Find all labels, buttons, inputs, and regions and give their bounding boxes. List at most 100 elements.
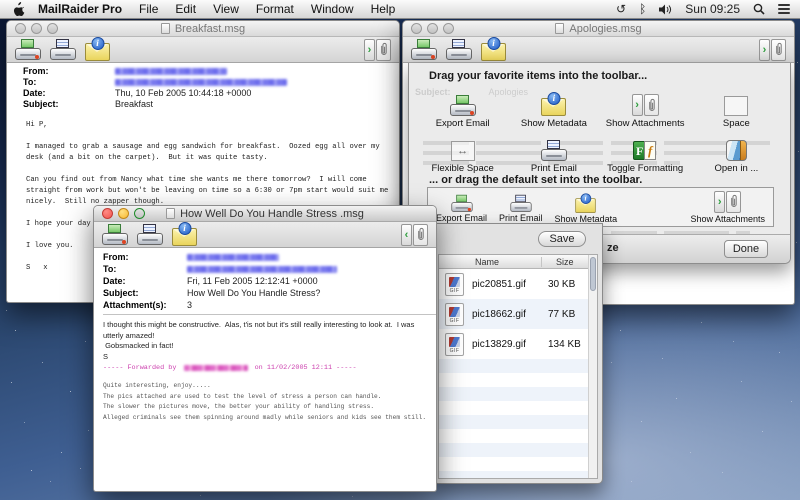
attachment-row[interactable]: pic13829.gif 134 KB [439,329,597,359]
sheet-item-print-email[interactable]: Print Email [508,132,599,174]
hide-attachments-toggle[interactable] [401,224,428,246]
show-metadata-button[interactable] [172,228,197,246]
app-menu-title[interactable]: MailRaider Pro [38,2,122,16]
from-label: From: [103,251,187,263]
sheet-drag-title: Drag your favorite items into the toolba… [429,70,647,82]
toggle-formatting-icon [632,140,658,161]
stress-body: I thought this might be constructive. Al… [94,315,436,423]
export-email-button[interactable] [411,39,437,60]
date-value: Fri, 11 Feb 2005 12:12:41 +0000 [187,275,318,287]
menu-bar-clock[interactable]: Sun 09:25 [685,2,740,16]
scrollbar-thumb[interactable] [590,257,596,291]
notification-list-icon[interactable] [778,2,790,16]
export-email-icon [451,195,472,212]
minimize-button[interactable] [118,208,129,219]
show-metadata-icon [576,198,597,213]
to-value-redacted [115,79,287,86]
print-email-button[interactable] [446,39,472,60]
stress-intro-text: I thought this might be constructive. Al… [103,320,428,362]
menu-view[interactable]: View [213,2,239,16]
drawer-scrollbar[interactable] [588,255,597,478]
paperclip-icon [416,227,425,242]
save-button[interactable]: Save [538,231,586,247]
time-machine-icon[interactable]: ↺ [616,3,626,15]
stress-titlebar[interactable]: How Well Do You Handle Stress .msg [94,206,436,222]
attachment-row[interactable]: pic20851.gif 30 KB [439,269,597,299]
menu-help[interactable]: Help [371,2,396,16]
apple-icon [13,2,25,16]
attachments-table-header[interactable]: Name Size [439,255,597,269]
menu-file[interactable]: File [139,2,158,16]
default-export-email[interactable]: Export Email [436,191,487,223]
default-show-metadata[interactable]: Show Metadata [555,191,618,224]
apple-menu[interactable] [12,2,26,16]
subject-label: Subject: [23,99,115,110]
close-button[interactable] [102,208,113,219]
export-email-icon [450,95,476,116]
desktop: MailRaider Pro File Edit View Format Win… [0,0,800,500]
export-email-button[interactable] [102,224,128,245]
sheet-item-show-metadata[interactable]: Show Metadata [508,87,599,129]
show-attachments-toggle[interactable] [759,39,786,61]
print-email-button[interactable] [50,39,76,60]
zoom-button[interactable] [47,23,58,34]
use-small-size-label-fragment: ze [607,242,619,254]
subject-value: Breakfast [115,99,153,110]
minimize-button[interactable] [31,23,42,34]
print-email-button[interactable] [137,224,163,245]
default-show-attachments[interactable]: Show Attachments [690,191,765,224]
empty-rows-stripes [439,359,597,478]
column-name[interactable]: Name [439,257,542,267]
spotlight-icon[interactable] [753,3,765,15]
breakfast-headers: From: To: Date:Thu, 10 Feb 2005 10:44:18… [7,63,399,110]
apologies-titlebar[interactable]: Apologies.msg [403,21,794,37]
from-value-redacted [187,254,279,261]
sheet-item-grid: Export Email Show Metadata Show Attachme… [417,87,782,174]
sheet-item-flexible-space[interactable]: Flexible Space [417,132,508,174]
attachments-drawer: Save Name Size pic20851.gif 30 KB pic186… [433,223,603,484]
paperclip-icon [774,42,783,57]
show-metadata-button[interactable] [85,43,110,61]
show-attachments-toggle[interactable] [364,39,391,61]
sheet-item-show-attachments[interactable]: Show Attachments [600,87,691,129]
stress-forwarded-body: Quite interesting, enjoy..... The pics a… [103,381,428,423]
zoom-button[interactable] [134,208,145,219]
print-email-icon [510,195,531,212]
close-button[interactable] [15,23,26,34]
window-stress: How Well Do You Handle Stress .msg From:… [93,205,437,492]
show-metadata-button[interactable] [481,43,506,61]
gif-file-icon [445,333,464,356]
volume-icon[interactable] [659,4,672,15]
bluetooth-icon[interactable]: ᛒ [639,3,646,15]
menu-edit[interactable]: Edit [175,2,196,16]
window-title: Breakfast.msg [175,23,245,35]
sheet-item-toggle-formatting[interactable]: Toggle Formatting [600,132,691,174]
breakfast-titlebar[interactable]: Breakfast.msg [7,21,399,37]
chevron-right-icon [364,39,375,61]
stress-toolbar [94,222,436,248]
export-email-button[interactable] [15,39,41,60]
attachment-row[interactable]: pic18662.gif 77 KB [439,299,597,329]
sheet-item-export-email[interactable]: Export Email [417,87,508,129]
default-toolbar-set[interactable]: Export Email Print Email Show Metadata S… [427,187,774,227]
forwarded-name-redacted [184,365,248,371]
drawer-toolbar: Save [434,224,602,254]
to-value-redacted [187,266,337,273]
to-label: To: [23,77,115,88]
menu-window[interactable]: Window [311,2,354,16]
default-print-email[interactable]: Print Email [499,191,543,223]
stress-headers: From: To: Date:Fri, 11 Feb 2005 12:12:41… [94,248,436,315]
zoom-button[interactable] [443,23,454,34]
forwarded-line: ----- Forwarded by on 11/02/2005 12:11 -… [103,364,428,372]
column-size[interactable]: Size [542,257,574,267]
minimize-button[interactable] [427,23,438,34]
menu-format[interactable]: Format [256,2,294,16]
close-button[interactable] [411,23,422,34]
sheet-item-open-in[interactable]: Open in ... [691,132,782,174]
sheet-item-space[interactable]: Space [691,87,782,129]
from-label: From: [23,66,115,77]
done-button[interactable]: Done [724,240,768,258]
attachments-table: Name Size pic20851.gif 30 KB pic18662.gi… [438,254,598,479]
gif-file-icon [445,273,464,296]
subject-label: Subject: [103,287,187,299]
